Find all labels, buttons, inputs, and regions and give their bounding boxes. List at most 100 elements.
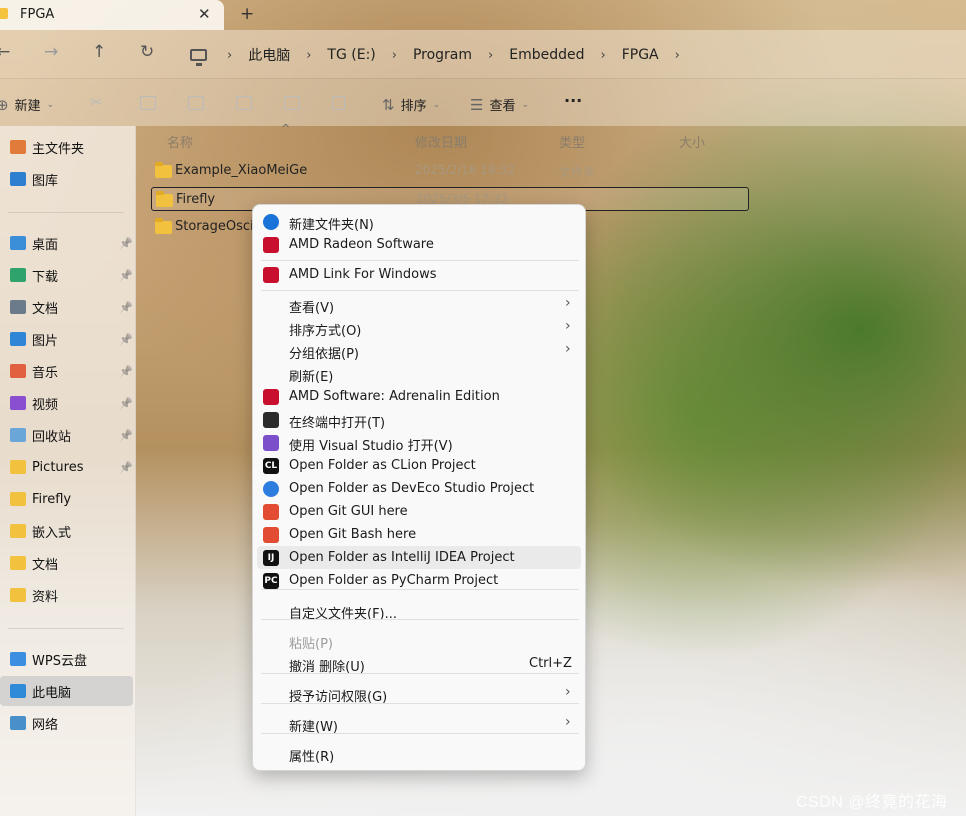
menu-item[interactable]: AMD Link For Windows — [257, 263, 581, 286]
column-size[interactable]: 大小 — [679, 132, 705, 151]
breadcrumb-drive[interactable]: TG (E:) — [327, 47, 375, 63]
column-modified[interactable]: 修改日期 — [415, 132, 467, 151]
pin-icon[interactable]: 📌 — [119, 365, 133, 378]
column-name[interactable]: 名称 — [167, 132, 193, 151]
breadcrumb-this-pc[interactable]: 此电脑 — [248, 45, 290, 65]
refresh-icon[interactable]: ↻ — [140, 42, 154, 62]
menu-item[interactable]: IJ Open Folder as IntelliJ IDEA Project — [257, 546, 581, 569]
paste-icon[interactable] — [188, 96, 204, 110]
menu-item[interactable]: 新建(W) › — [257, 712, 581, 735]
menu-item[interactable]: CL Open Folder as CLion Project — [257, 454, 581, 477]
menu-item-label: AMD Software: Adrenalin Edition — [289, 389, 500, 404]
menu-item[interactable]: 使用 Visual Studio 打开(V) — [257, 431, 581, 454]
breadcrumb-separator[interactable]: › — [227, 48, 232, 63]
breadcrumb-separator[interactable]: › — [306, 48, 311, 63]
copy-icon[interactable] — [140, 96, 156, 110]
pin-icon[interactable]: 📌 — [119, 301, 133, 314]
menu-item[interactable]: 授予访问权限(G) › — [257, 682, 581, 705]
new-button[interactable]: ⊕ 新建 ⌄ — [0, 95, 54, 115]
breadcrumb-separator[interactable]: › — [392, 48, 397, 63]
computer-icon[interactable] — [190, 49, 207, 66]
sidebar-divider — [8, 628, 124, 629]
recycle-bin-icon — [10, 428, 26, 442]
sidebar-item[interactable]: 图片 📌 — [0, 324, 133, 354]
address-row: ← → ↑ ↻ › 此电脑 › TG (E:) › Program › Embe… — [0, 30, 966, 78]
sidebar-item[interactable]: 网络 — [0, 708, 133, 738]
new-tab-button[interactable]: + — [240, 4, 254, 24]
sidebar-item[interactable]: WPS云盘 — [0, 644, 133, 674]
menu-item[interactable]: 新建文件夹(N) — [257, 210, 581, 233]
breadcrumb-separator[interactable]: › — [601, 48, 606, 63]
folder-icon — [10, 492, 26, 506]
tab-fpga[interactable]: FPGA ✕ — [0, 0, 224, 30]
sidebar-item[interactable]: 此电脑 — [0, 676, 133, 706]
sidebar-item[interactable]: 资料 — [0, 580, 133, 610]
file-type: 文件夹 — [559, 165, 596, 179]
breadcrumb-fpga[interactable]: FPGA — [622, 47, 659, 63]
menu-item[interactable]: 排序方式(O) › — [257, 316, 581, 339]
sidebar-item[interactable]: 下载 📌 — [0, 260, 133, 290]
menu-item[interactable]: 在终端中打开(T) — [257, 408, 581, 431]
menu-item[interactable]: 刷新(E) — [257, 362, 581, 385]
share-icon[interactable] — [284, 96, 300, 110]
menu-item-label: Open Git Bash here — [289, 527, 417, 542]
menu-separator — [261, 673, 579, 674]
sidebar-divider — [8, 212, 124, 213]
menu-item[interactable]: AMD Software: Adrenalin Edition — [257, 385, 581, 408]
chevron-down-icon: ⌄ — [521, 99, 530, 110]
sidebar-item[interactable]: Pictures 📌 — [0, 452, 133, 482]
close-tab-icon[interactable]: ✕ — [198, 5, 211, 23]
menu-item-label: 刷新(E) — [289, 370, 334, 385]
sidebar-item[interactable]: 图库 — [0, 164, 133, 194]
menu-item[interactable]: Open Git GUI here — [257, 500, 581, 523]
breadcrumb: › 此电脑 › TG (E:) › Program › Embedded › F… — [190, 45, 696, 66]
forward-icon[interactable]: → — [44, 42, 58, 62]
pin-icon[interactable]: 📌 — [119, 333, 133, 346]
up-icon[interactable]: ↑ — [92, 42, 106, 62]
menu-item[interactable]: Open Folder as DevEco Studio Project — [257, 477, 581, 500]
delete-icon[interactable] — [332, 96, 345, 110]
menu-item[interactable]: Open Git Bash here — [257, 523, 581, 546]
sidebar-item[interactable]: 主文件夹 — [0, 132, 133, 162]
pin-icon[interactable]: 📌 — [119, 237, 133, 250]
clion-icon: CL — [263, 458, 279, 474]
rename-icon[interactable] — [236, 96, 252, 110]
back-icon[interactable]: ← — [0, 42, 10, 62]
breadcrumb-program[interactable]: Program — [413, 47, 472, 63]
command-bar: ⊕ 新建 ⌄ ✂ ⇅ 排序 ⌄ ☰ 查看 ⌄ ··· — [0, 78, 966, 126]
sidebar-item[interactable]: 回收站 📌 — [0, 420, 133, 450]
breadcrumb-separator[interactable]: › — [488, 48, 493, 63]
column-type[interactable]: 类型 — [559, 132, 585, 151]
pin-icon[interactable]: 📌 — [119, 397, 133, 410]
sidebar-item-label: 视频 — [32, 397, 59, 413]
chevron-right-icon: › — [565, 341, 571, 357]
pin-icon[interactable]: 📌 — [119, 269, 133, 282]
sort-button[interactable]: ⇅ 排序 ⌄ — [382, 95, 440, 115]
menu-item[interactable]: AMD Radeon Software — [257, 233, 581, 256]
menu-shortcut: Ctrl+Z — [529, 656, 572, 671]
sidebar-item[interactable]: 音乐 📌 — [0, 356, 133, 386]
file-name: Example_XiaoMeiGe — [175, 163, 308, 178]
sidebar-item[interactable]: 文档 📌 — [0, 292, 133, 322]
breadcrumb-separator[interactable]: › — [675, 48, 680, 63]
menu-item[interactable]: 属性(R) — [257, 742, 581, 765]
sidebar-item[interactable]: 嵌入式 — [0, 516, 133, 546]
sidebar-item[interactable]: 桌面 📌 — [0, 228, 133, 258]
download-icon — [10, 268, 26, 282]
menu-item[interactable]: 撤消 删除(U) Ctrl+Z — [257, 652, 581, 675]
pin-icon[interactable]: 📌 — [119, 461, 133, 474]
menu-separator — [261, 290, 579, 291]
more-options-icon[interactable]: ··· — [564, 91, 582, 110]
menu-item[interactable]: 查看(V) › — [257, 293, 581, 316]
menu-item[interactable]: 分组依据(P) › — [257, 339, 581, 362]
sidebar-item[interactable]: Firefly — [0, 484, 133, 514]
view-button[interactable]: ☰ 查看 ⌄ — [470, 95, 530, 115]
pin-icon[interactable]: 📌 — [119, 429, 133, 442]
cut-icon[interactable]: ✂ — [90, 93, 106, 111]
file-row[interactable]: Example_XiaoMeiGe 2025/2/16 18:32 文件夹 — [151, 159, 749, 183]
file-date: 2025/2/16 18:32 — [415, 163, 515, 177]
sidebar-item[interactable]: 视频 📌 — [0, 388, 133, 418]
breadcrumb-embedded[interactable]: Embedded — [509, 47, 584, 63]
chevron-right-icon: › — [565, 318, 571, 334]
sidebar-item[interactable]: 文档 — [0, 548, 133, 578]
